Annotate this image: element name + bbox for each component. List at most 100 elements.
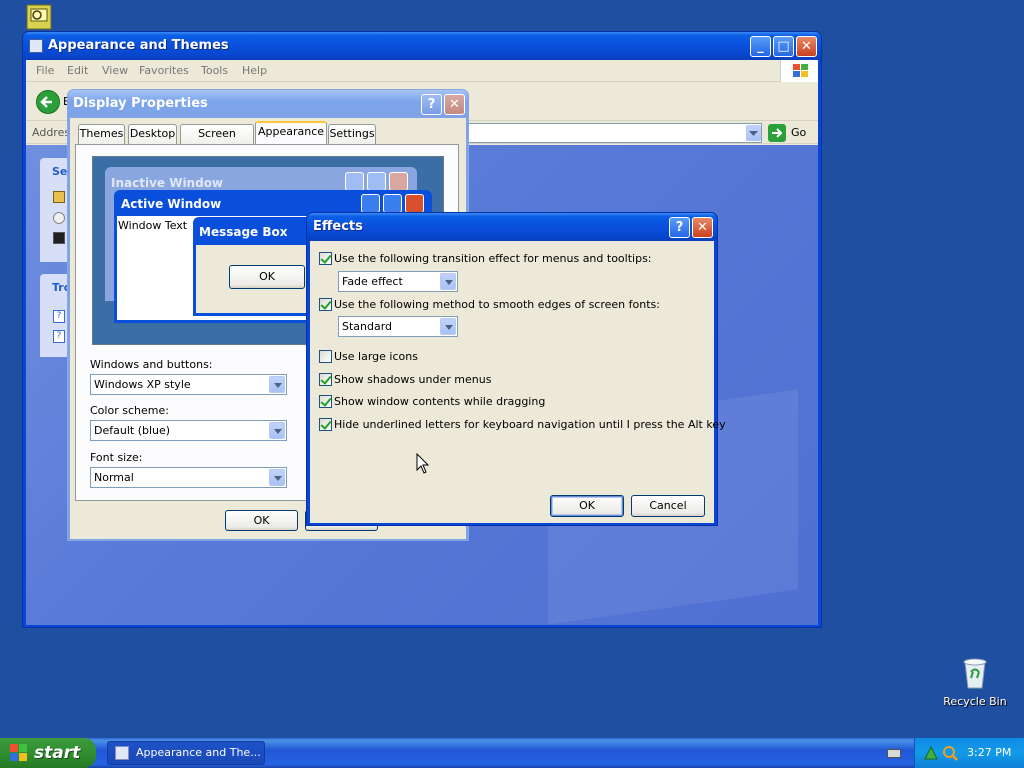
close-button[interactable]: ✕ [796, 36, 817, 57]
help-button[interactable]: ? [421, 94, 442, 115]
drag-contents-checkbox[interactable] [319, 395, 332, 408]
side-item-icon-1 [53, 191, 65, 203]
font-size-value: Normal [94, 471, 134, 484]
preview-window-text: Window Text [118, 219, 188, 232]
help-icon: ? [427, 97, 436, 112]
effects-titlebar[interactable]: Effects ? ✕ [307, 213, 717, 241]
menu-favorites[interactable]: Favorites [139, 64, 189, 77]
smooth-edges-checkbox[interactable] [319, 298, 332, 311]
help-icon-1: ? [53, 310, 65, 323]
menu-shadows-label[interactable]: Show shadows under menus [334, 373, 491, 386]
back-arrow-icon [40, 96, 52, 108]
effects-close-button[interactable]: ✕ [692, 217, 713, 238]
side-item-icon-3 [53, 232, 65, 244]
display-properties-title: Display Properties [73, 96, 208, 111]
taskbar: start Appearance and The... 3:27 PM [0, 738, 1024, 768]
tab-themes[interactable]: Themes [78, 124, 125, 144]
side-panel-1-title: Se [52, 165, 68, 178]
close-icon: ✕ [697, 220, 708, 235]
font-size-select[interactable]: Normal [90, 467, 287, 488]
windows-buttons-select[interactable]: Windows XP style [90, 374, 287, 395]
go-button[interactable]: Go [768, 124, 814, 142]
recycle-bin[interactable]: Recycle Bin [940, 656, 1010, 712]
side-item-icon-2 [53, 212, 65, 224]
preview-message-ok: OK [229, 265, 305, 289]
keyboard-icon[interactable] [887, 749, 901, 758]
preview-active-min-icon [361, 194, 380, 213]
clock[interactable]: 3:27 PM [967, 746, 1011, 759]
display-properties-titlebar[interactable]: Display Properties ? ✕ [68, 90, 468, 118]
chevron-down-icon [440, 273, 456, 290]
taskbar-item-appearance[interactable]: Appearance and The... [107, 741, 265, 765]
chevron-down-icon [269, 422, 285, 439]
transition-effect-checkbox[interactable] [319, 252, 332, 265]
effects-cancel-button[interactable]: Cancel [631, 495, 705, 517]
menu-view[interactable]: View [102, 64, 128, 77]
windows-logo-icon [10, 744, 27, 761]
control-panel-icon [115, 746, 129, 760]
effects-title: Effects [313, 219, 363, 234]
desktop-icon-top[interactable] [26, 4, 52, 30]
color-scheme-label: Color scheme: [90, 404, 169, 417]
smooth-edges-select[interactable]: Standard [338, 316, 458, 337]
recycle-bin-icon [963, 658, 987, 689]
large-icons-checkbox[interactable] [319, 350, 332, 363]
folder-icon [29, 39, 43, 53]
preview-message-title: Message Box [199, 225, 288, 239]
display-close-button[interactable]: ✕ [444, 94, 465, 115]
menu-file[interactable]: File [36, 64, 54, 77]
help-icon: ? [675, 220, 684, 235]
preview-inactive-min-icon [345, 172, 364, 191]
network-tray-icon[interactable] [923, 745, 939, 761]
windows-buttons-value: Windows XP style [94, 378, 191, 391]
network-icon [26, 4, 52, 30]
hide-underlines-checkbox[interactable] [319, 418, 332, 431]
help-icon-2: ? [53, 330, 65, 343]
chevron-down-icon [749, 131, 758, 136]
explorer-titlebar[interactable]: Appearance and Themes _ □ ✕ [23, 32, 821, 60]
close-icon: ✕ [449, 97, 460, 112]
large-icons-label[interactable]: Use large icons [334, 350, 418, 363]
hide-underlines-label[interactable]: Hide underlined letters for keyboard nav… [334, 418, 726, 431]
back-button[interactable] [36, 90, 60, 114]
smooth-edges-label[interactable]: Use the following method to smooth edges… [334, 298, 660, 311]
mouse-cursor-icon [416, 453, 430, 474]
drag-contents-label[interactable]: Show window contents while dragging [334, 395, 545, 408]
go-arrow-icon [768, 124, 786, 142]
minimize-icon: _ [757, 39, 764, 54]
preview-active-max-icon [383, 194, 402, 213]
smooth-edges-value: Standard [342, 320, 393, 333]
preview-active-title: Active Window [121, 197, 222, 211]
menu-shadows-checkbox[interactable] [319, 373, 332, 386]
menu-edit[interactable]: Edit [67, 64, 88, 77]
transition-effect-label[interactable]: Use the following transition effect for … [334, 252, 652, 265]
chevron-down-icon [269, 469, 285, 486]
color-scheme-select[interactable]: Default (blue) [90, 420, 287, 441]
transition-effect-value: Fade effect [342, 275, 403, 288]
search-tray-icon[interactable] [942, 745, 958, 761]
maximize-icon: □ [777, 39, 790, 54]
preview-active-close-icon [405, 194, 424, 213]
address-dropdown-button[interactable] [746, 125, 761, 141]
preview-inactive-max-icon [367, 172, 386, 191]
menu-help[interactable]: Help [242, 64, 267, 77]
taskbar-item-label: Appearance and The... [136, 746, 261, 759]
tab-settings[interactable]: Settings [328, 124, 376, 144]
maximize-button[interactable]: □ [773, 36, 794, 57]
menu-tools[interactable]: Tools [201, 64, 228, 77]
recycle-bin-label: Recycle Bin [943, 695, 1007, 708]
system-tray: 3:27 PM [914, 738, 1024, 768]
start-button[interactable]: start [0, 738, 96, 768]
display-ok-button[interactable]: OK [225, 510, 298, 531]
minimize-button[interactable]: _ [750, 36, 771, 57]
tab-screen-saver[interactable]: Screen Saver [180, 124, 254, 158]
effects-ok-button[interactable]: OK [550, 495, 624, 517]
color-scheme-value: Default (blue) [94, 424, 171, 437]
go-label: Go [791, 126, 807, 139]
effects-help-button[interactable]: ? [669, 217, 690, 238]
tab-desktop[interactable]: Desktop [128, 124, 177, 144]
tab-appearance[interactable]: Appearance [255, 121, 327, 145]
preview-inactive-close-icon [389, 172, 408, 191]
transition-effect-select[interactable]: Fade effect [338, 271, 458, 292]
preview-inactive-title: Inactive Window [111, 176, 224, 190]
